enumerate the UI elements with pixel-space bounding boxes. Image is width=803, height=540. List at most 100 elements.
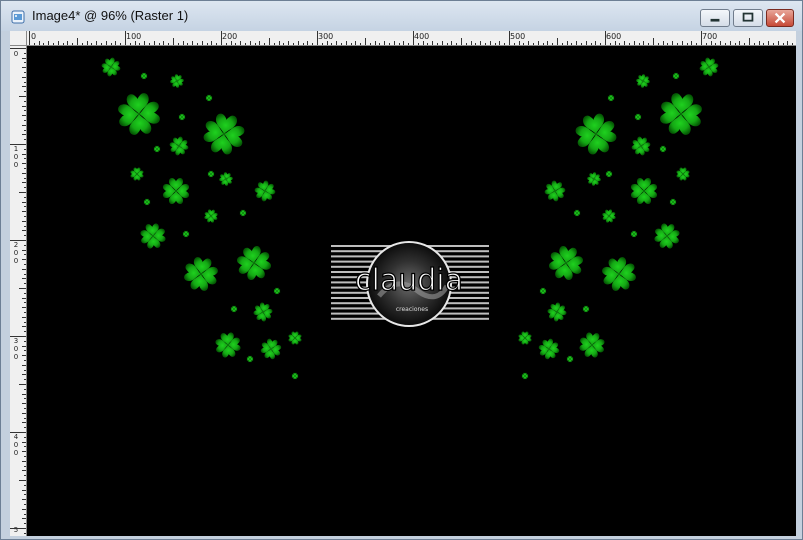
ruler-tick bbox=[720, 41, 722, 45]
ruler-tick bbox=[22, 278, 26, 280]
ruler-tick bbox=[62, 43, 64, 45]
ruler-tick bbox=[24, 465, 26, 467]
clover-shape bbox=[672, 72, 680, 80]
ruler-tick bbox=[528, 41, 530, 45]
ruler-tick bbox=[576, 41, 578, 45]
clover-shape bbox=[162, 177, 190, 205]
clover-shape bbox=[253, 179, 277, 203]
ruler-tick bbox=[86, 41, 88, 45]
ruler-tick bbox=[22, 422, 26, 424]
ruler-tick bbox=[19, 96, 26, 97]
ruler-tick bbox=[144, 41, 146, 45]
ruler-tick bbox=[22, 451, 26, 453]
ruler-label: 500 bbox=[510, 32, 526, 41]
close-button[interactable] bbox=[766, 9, 794, 27]
ruler-label: 4 bbox=[13, 433, 19, 441]
clover-shape bbox=[676, 167, 690, 181]
clover-shape bbox=[635, 73, 651, 89]
clover-shape bbox=[547, 244, 585, 282]
ruler-tick bbox=[91, 43, 93, 45]
ruler-tick bbox=[129, 43, 131, 45]
clover-shape bbox=[573, 209, 581, 217]
ruler-tick bbox=[24, 456, 26, 457]
ruler-tick bbox=[22, 441, 26, 443]
ruler-tick bbox=[22, 403, 26, 405]
vertical-ruler[interactable]: 0 1 0 0 2 0 0 3 0 0 4 0 0 5 bbox=[10, 46, 27, 536]
ruler-tick bbox=[595, 41, 597, 45]
ruler-label: 0 bbox=[13, 249, 19, 257]
ruler-tick bbox=[24, 379, 26, 381]
title-bar[interactable]: Image4* @ 96% (Raster 1) bbox=[1, 1, 802, 31]
ruler-tick bbox=[77, 38, 78, 45]
clover-shape bbox=[168, 135, 190, 157]
ruler-tick bbox=[24, 532, 26, 534]
ruler-tick bbox=[22, 211, 26, 213]
ruler-tick bbox=[22, 67, 26, 69]
ruler-label: 0 bbox=[31, 32, 37, 41]
ruler-tick bbox=[701, 31, 702, 45]
clover-shape bbox=[140, 72, 148, 80]
ruler-tick bbox=[153, 41, 155, 45]
ruler-tick bbox=[317, 31, 318, 45]
ruler-tick bbox=[163, 41, 165, 45]
ruler-tick bbox=[485, 43, 486, 45]
ruler-tick bbox=[360, 43, 362, 45]
ruler-tick bbox=[710, 41, 712, 45]
clover-shape bbox=[273, 287, 281, 295]
ruler-tick bbox=[22, 182, 26, 184]
horizontal-ruler[interactable]: 0 100 200 300 400 500 600 700 bbox=[27, 31, 796, 46]
clover-shape bbox=[630, 177, 658, 205]
ruler-tick bbox=[403, 41, 405, 45]
ruler-tick bbox=[33, 43, 35, 45]
ruler-tick bbox=[787, 41, 789, 45]
clover-shape bbox=[182, 230, 190, 238]
ruler-tick bbox=[24, 81, 26, 83]
ruler-tick bbox=[451, 41, 453, 45]
ruler-tick bbox=[216, 43, 218, 45]
ruler-tick bbox=[705, 43, 707, 45]
ruler-tick bbox=[312, 43, 314, 45]
minimize-button[interactable] bbox=[700, 9, 730, 27]
clover-shape bbox=[130, 167, 144, 181]
ruler-tick bbox=[413, 31, 414, 45]
clover-shape bbox=[100, 56, 122, 78]
ruler-tick bbox=[269, 38, 270, 45]
clover-shape bbox=[634, 113, 642, 121]
ruler-tick bbox=[24, 302, 26, 304]
image-canvas[interactable]: claudia creaciones bbox=[27, 46, 796, 536]
ruler-tick bbox=[115, 41, 117, 45]
ruler-tick bbox=[672, 41, 674, 45]
ruler-tick bbox=[302, 43, 304, 45]
clover-shape bbox=[203, 208, 219, 224]
claudia-logo: claudia creaciones bbox=[331, 241, 489, 327]
ruler-tick bbox=[581, 43, 582, 45]
ruler-tick bbox=[465, 43, 467, 45]
ruler-tick bbox=[158, 43, 160, 45]
clover-shape bbox=[607, 94, 615, 102]
ruler-tick bbox=[10, 48, 26, 49]
ruler-tick bbox=[24, 369, 26, 371]
ruler-tick bbox=[283, 43, 285, 45]
ruler-tick bbox=[744, 43, 746, 45]
ruler-tick bbox=[24, 321, 26, 323]
ruler-tick bbox=[336, 41, 338, 45]
close-icon bbox=[774, 12, 786, 24]
clover-shape bbox=[521, 372, 529, 380]
clover-shape bbox=[582, 305, 590, 313]
ruler-label: 700 bbox=[702, 32, 718, 41]
ruler-tick bbox=[22, 316, 26, 318]
maximize-button[interactable] bbox=[733, 9, 763, 27]
ruler-tick bbox=[288, 41, 290, 45]
image-frame: 0 100 200 300 400 500 600 700 0 1 0 0 2 … bbox=[10, 31, 796, 536]
ruler-tick bbox=[341, 43, 342, 45]
ruler-tick bbox=[81, 43, 83, 45]
ruler-tick bbox=[201, 41, 203, 45]
clover-shape bbox=[600, 255, 638, 293]
ruler-tick bbox=[24, 196, 26, 198]
ruler-tick bbox=[389, 43, 390, 45]
ruler-tick bbox=[24, 360, 26, 361]
ruler-tick bbox=[408, 43, 410, 45]
window-title: Image4* @ 96% (Raster 1) bbox=[32, 8, 189, 23]
clover-shape bbox=[235, 244, 273, 282]
clover-group-right bbox=[518, 56, 720, 380]
